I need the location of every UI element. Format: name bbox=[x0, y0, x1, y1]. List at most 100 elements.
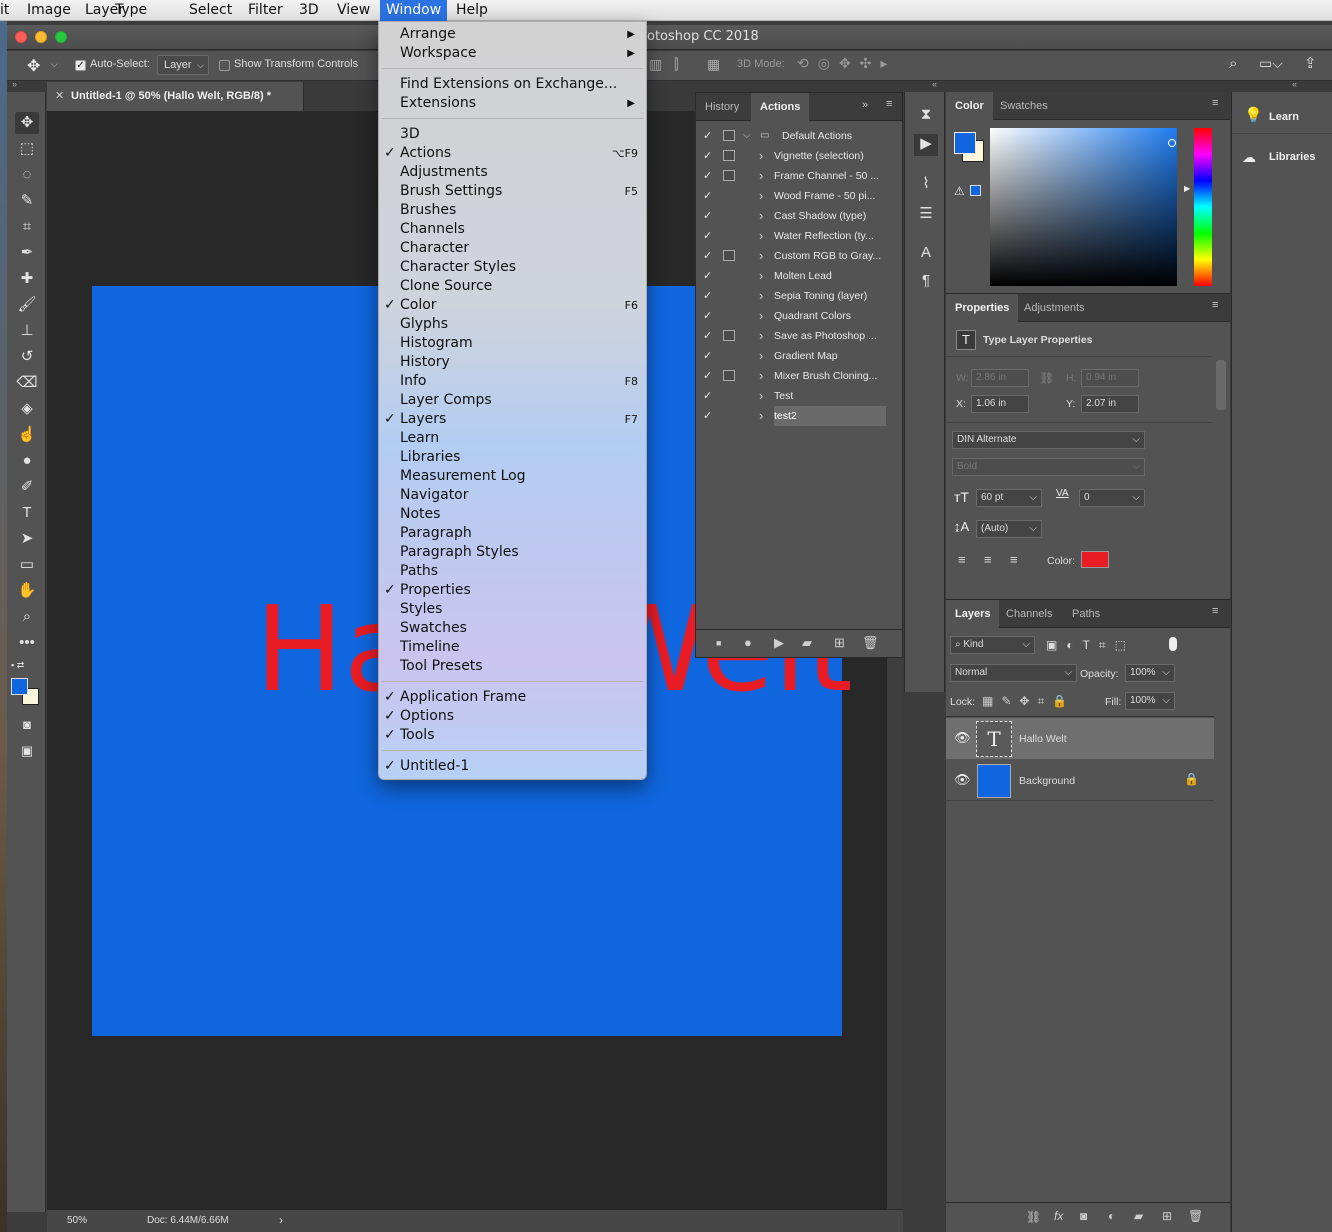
link-icon[interactable]: ⛓ bbox=[1039, 371, 1054, 385]
menu-item-swatches[interactable]: Swatches bbox=[379, 619, 646, 638]
auto-select-checkbox[interactable]: ✓ bbox=[75, 60, 86, 71]
action-row[interactable]: ✓ › Water Reflection (ty... bbox=[696, 226, 886, 246]
align-icon[interactable]: ▥ bbox=[649, 56, 662, 73]
menu-item-character-styles[interactable]: Character Styles bbox=[379, 258, 646, 277]
align-right-icon[interactable]: ≡ bbox=[1010, 552, 1018, 567]
chevron-down-icon[interactable]: ⌵ bbox=[743, 126, 751, 146]
chevron-right-icon[interactable]: › bbox=[759, 146, 763, 166]
menu-item-histogram[interactable]: Histogram bbox=[379, 334, 646, 353]
crop-tool-icon[interactable]: ⌗ bbox=[15, 216, 39, 238]
menu-item-layer-comps[interactable]: Layer Comps bbox=[379, 391, 646, 410]
menu-select[interactable]: Select bbox=[183, 0, 238, 21]
menu-item-learn[interactable]: Learn bbox=[379, 429, 646, 448]
chevron-down-icon[interactable]: ⌵ bbox=[51, 59, 58, 70]
menu-item-3d[interactable]: 3D bbox=[379, 125, 646, 144]
menu-item-tool-presets[interactable]: Tool Presets bbox=[379, 657, 646, 676]
eyedropper-tool-icon[interactable]: ✒ bbox=[15, 242, 39, 264]
blend-mode-dropdown[interactable]: Normal ⌵ bbox=[950, 664, 1077, 682]
action-row[interactable]: ✓ › Custom RGB to Gray... bbox=[696, 246, 886, 266]
menu-item-paths[interactable]: Paths bbox=[379, 562, 646, 581]
chevron-right-icon[interactable]: › bbox=[759, 226, 763, 246]
menu-item-navigator[interactable]: Navigator bbox=[379, 486, 646, 505]
menu-item-styles[interactable]: Styles bbox=[379, 600, 646, 619]
lasso-tool-icon[interactable]: ◌ bbox=[15, 164, 39, 186]
dialog-toggle-icon[interactable] bbox=[723, 370, 735, 381]
tab-adjustments[interactable]: Adjustments bbox=[1015, 294, 1094, 322]
height-field[interactable]: 0.94 in bbox=[1081, 369, 1139, 387]
history-brush-tool-icon[interactable]: ↺ bbox=[15, 346, 39, 368]
filter-type-icons[interactable]: ▣◐T⌗⬚ bbox=[1046, 638, 1135, 653]
dialog-toggle-icon[interactable] bbox=[723, 250, 735, 261]
action-row[interactable]: ✓ › Test bbox=[696, 386, 886, 406]
chevron-right-icon[interactable]: › bbox=[759, 326, 763, 346]
menu-item-timeline[interactable]: Timeline bbox=[379, 638, 646, 657]
menu-item-clone-source[interactable]: Clone Source bbox=[379, 277, 646, 296]
action-toggle-check[interactable]: ✓ bbox=[703, 226, 712, 246]
foreground-color-swatch[interactable] bbox=[954, 132, 976, 154]
zoom-tool-icon[interactable]: ⌕ bbox=[15, 606, 39, 628]
chevron-right-icon[interactable]: › bbox=[759, 306, 763, 326]
action-toggle-check[interactable]: ✓ bbox=[703, 166, 712, 186]
filter-toggle[interactable] bbox=[1169, 637, 1177, 651]
action-row[interactable]: ✓ › Quadrant Colors bbox=[696, 306, 886, 326]
menu-item-layers[interactable]: ✓ Layers F7 bbox=[379, 410, 646, 429]
foreground-color-swatch[interactable] bbox=[11, 678, 28, 695]
chevron-right-icon[interactable]: › bbox=[759, 406, 763, 426]
dialog-toggle-icon[interactable] bbox=[723, 330, 735, 341]
menu-item-brushes[interactable]: Brushes bbox=[379, 201, 646, 220]
chevron-right-icon[interactable]: › bbox=[759, 186, 763, 206]
type-tool-icon[interactable]: T bbox=[15, 502, 39, 524]
default-colors-icon[interactable]: ▪ ⇄ bbox=[11, 660, 24, 671]
y-field[interactable]: 2.07 in bbox=[1081, 395, 1139, 413]
align-center-icon[interactable]: ≡ bbox=[984, 552, 992, 567]
learn-item[interactable]: 💡 Learn bbox=[1232, 102, 1332, 134]
action-toggle-check[interactable]: ✓ bbox=[703, 186, 712, 206]
record-icon[interactable]: ● bbox=[744, 635, 752, 650]
chevron-right-icon[interactable]: › bbox=[759, 166, 763, 186]
chevron-right-icon[interactable]: › bbox=[759, 286, 763, 306]
eraser-tool-icon[interactable]: ⌫ bbox=[15, 372, 39, 394]
tab-actions[interactable]: Actions bbox=[751, 93, 810, 121]
close-tab-icon[interactable]: ✕ bbox=[55, 82, 64, 111]
menu-item-paragraph[interactable]: Paragraph bbox=[379, 524, 646, 543]
tab-swatches[interactable]: Swatches bbox=[991, 92, 1057, 120]
dodge-tool-icon[interactable]: ● bbox=[15, 450, 39, 472]
menu-item-actions[interactable]: ✓ Actions ⌥F9 bbox=[379, 144, 646, 163]
x-field[interactable]: 1.06 in bbox=[971, 395, 1029, 413]
dialog-toggle-icon[interactable] bbox=[723, 150, 735, 161]
paragraph-icon[interactable]: ¶ bbox=[914, 272, 938, 294]
distribute-icon[interactable]: ⫿ bbox=[674, 56, 678, 73]
leading-field[interactable]: (Auto) ⌵ bbox=[976, 520, 1042, 538]
chevron-right-icon[interactable]: › bbox=[759, 346, 763, 366]
menu-item-find-extensions-on-exchange[interactable]: Find Extensions on Exchange... bbox=[379, 75, 646, 94]
character-icon[interactable]: A bbox=[914, 244, 938, 266]
trash-icon[interactable]: 🗑 bbox=[862, 635, 879, 651]
menu-help[interactable]: Help bbox=[450, 0, 494, 21]
opacity-field[interactable]: 100% ⌵ bbox=[1125, 664, 1175, 682]
zoom-window-button[interactable] bbox=[55, 31, 67, 43]
adjustments-icon[interactable]: ☰ bbox=[914, 204, 938, 226]
trash-icon[interactable]: 🗑 bbox=[1188, 1209, 1203, 1223]
menu-item-channels[interactable]: Channels bbox=[379, 220, 646, 239]
font-family-dropdown[interactable]: DIN Alternate ⌵ bbox=[952, 431, 1145, 449]
panel-menu-icon[interactable]: ≡ bbox=[1212, 605, 1218, 617]
rectangle-tool-icon[interactable]: ▭ bbox=[15, 554, 39, 576]
collapse-icon[interactable]: » bbox=[12, 79, 17, 89]
marquee-tool-icon[interactable]: ⬚ bbox=[15, 138, 39, 160]
panel-menu-icon[interactable]: ≡ bbox=[886, 98, 892, 110]
menu-item-paragraph-styles[interactable]: Paragraph Styles bbox=[379, 543, 646, 562]
history-panel-icon[interactable]: ⧗ bbox=[914, 106, 938, 128]
tab-layers[interactable]: Layers bbox=[946, 600, 1000, 628]
action-toggle-check[interactable]: ✓ bbox=[703, 406, 712, 426]
menu-item-options[interactable]: ✓ Options bbox=[379, 707, 646, 726]
zoom-level[interactable]: 50% bbox=[67, 1215, 87, 1226]
quick-select-tool-icon[interactable]: ✎ bbox=[15, 190, 39, 212]
adjustment-layer-icon[interactable]: ◐ bbox=[1108, 1209, 1115, 1223]
move-tool-icon[interactable]: ✥ bbox=[15, 112, 39, 134]
action-toggle-check[interactable]: ✓ bbox=[703, 206, 712, 226]
pen-tool-icon[interactable]: ✐ bbox=[15, 476, 39, 498]
action-row[interactable]: ✓ › Molten Lead bbox=[696, 266, 886, 286]
chevron-right-icon[interactable]: › bbox=[759, 366, 763, 386]
libraries-item[interactable]: ☁ Libraries bbox=[1232, 142, 1332, 174]
action-toggle-check[interactable]: ✓ bbox=[703, 306, 712, 326]
